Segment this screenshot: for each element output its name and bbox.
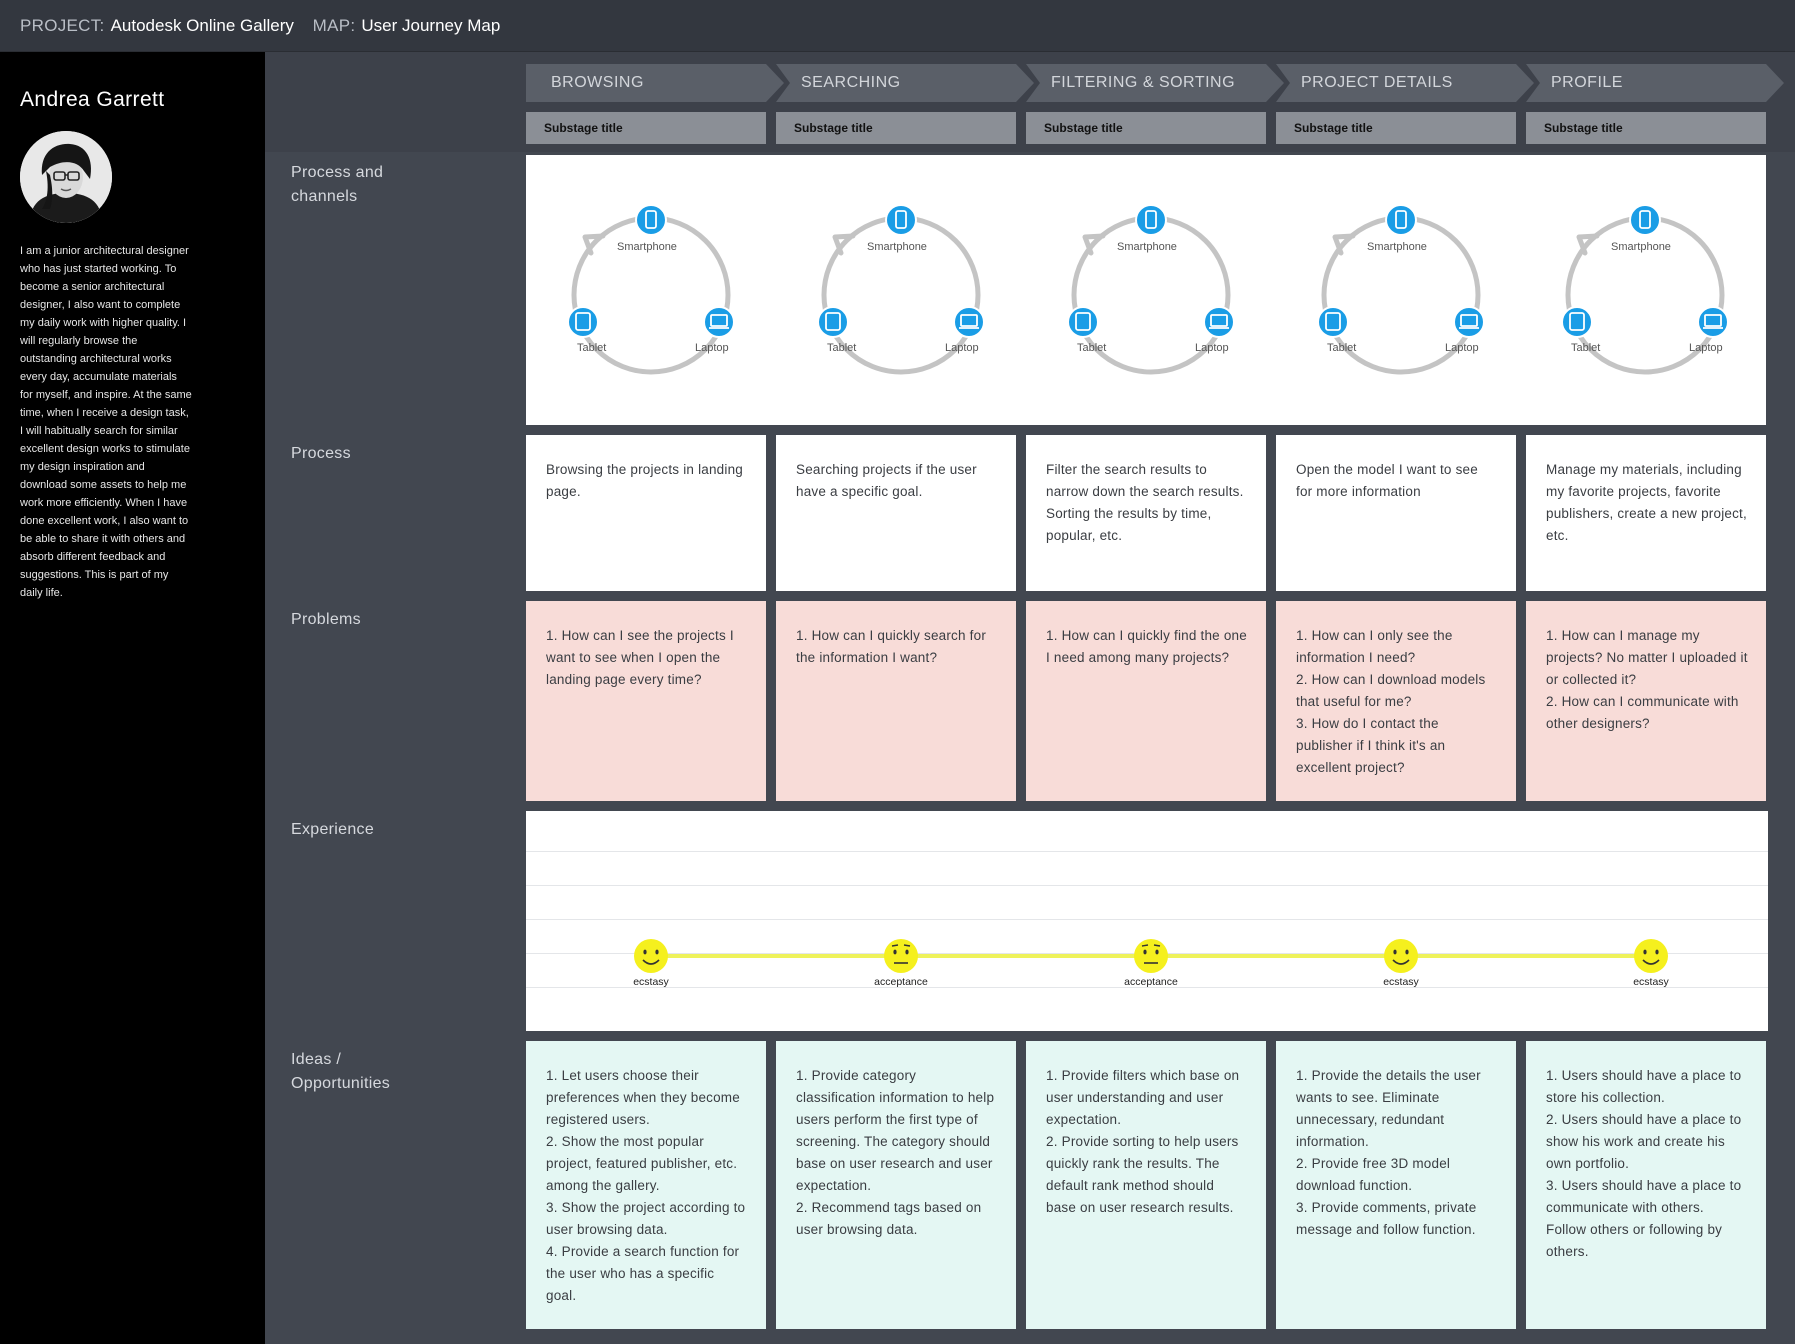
idea-card: 1. Provide the details the user wants to… bbox=[1276, 1041, 1516, 1329]
stage-2: SEARCHING bbox=[776, 64, 1038, 102]
project-name: Autodesk Online Gallery bbox=[110, 16, 294, 35]
top-bar: PROJECT: Autodesk Online Gallery MAP: User… bbox=[0, 0, 1795, 52]
stage-title: PROFILE bbox=[1551, 74, 1623, 91]
device-icons bbox=[1561, 204, 1729, 338]
laptop-label: Laptop bbox=[695, 342, 729, 354]
row-label-ideas: Ideas / Opportunities bbox=[291, 1051, 391, 1092]
stage-1: BROWSING bbox=[526, 64, 788, 102]
process-card: Browsing the projects in landing page. bbox=[526, 435, 766, 591]
device-icons bbox=[567, 204, 735, 338]
stage-title: PROJECT DETAILS bbox=[1301, 74, 1453, 91]
row-label-channels: Process and channels bbox=[291, 164, 384, 205]
channel-cycle-4 bbox=[1317, 204, 1485, 375]
channels-panel: Smartphone Tablet Laptop Smartphone Tablet La… bbox=[526, 155, 1766, 425]
persona-sidebar: Andrea Garrett I am a junior architectur… bbox=[0, 52, 265, 1344]
emotion-label: acceptance bbox=[874, 976, 928, 988]
emotion-label: acceptance bbox=[1124, 976, 1178, 988]
stage-title: FILTERING & SORTING bbox=[1051, 74, 1236, 91]
channel-cycle-3 bbox=[1067, 204, 1235, 375]
stage-title: BROWSING bbox=[551, 74, 644, 91]
map-label: MAP: bbox=[312, 16, 356, 35]
process-card: Filter the search results to narrow down… bbox=[1026, 435, 1266, 591]
persona-name: Andrea Garrett bbox=[20, 88, 165, 111]
laptop-label: Laptop bbox=[1445, 342, 1479, 354]
emotion-face-smile bbox=[1634, 939, 1668, 973]
process-card: Searching projects if the user have a sp… bbox=[776, 435, 1016, 591]
idea-card: 1. Let users choose their preferences wh… bbox=[526, 1041, 766, 1329]
project-label: PROJECT: bbox=[20, 16, 105, 35]
emotion-face-smile bbox=[634, 939, 668, 973]
idea-card: 1. Provide filters which base on user un… bbox=[1026, 1041, 1266, 1329]
emotion-label: ecstasy bbox=[1383, 976, 1419, 988]
stage-3: FILTERING & SORTING bbox=[1026, 64, 1288, 102]
emotion-label: ecstasy bbox=[1633, 976, 1669, 988]
smartphone-label: Smartphone bbox=[617, 241, 677, 253]
laptop-label: Laptop bbox=[1195, 342, 1229, 354]
process-card: Manage my materials, including my favori… bbox=[1526, 435, 1766, 591]
persona-avatar bbox=[20, 131, 112, 223]
experience-chart bbox=[634, 939, 1668, 973]
process-card: Open the model I want to see for more in… bbox=[1276, 435, 1516, 591]
substage-title-3: Substage title bbox=[1026, 112, 1266, 144]
problem-card: 1. How can I manage my projects? No matt… bbox=[1526, 601, 1766, 801]
device-icons bbox=[1317, 204, 1485, 338]
row-label-problems: Problems bbox=[291, 611, 361, 628]
idea-card: 1. Users should have a place to store hi… bbox=[1526, 1041, 1766, 1329]
laptop-label: Laptop bbox=[945, 342, 979, 354]
emotion-face-smile bbox=[1384, 939, 1418, 973]
stage-4: PROJECT DETAILS bbox=[1276, 64, 1538, 102]
smartphone-label: Smartphone bbox=[1117, 241, 1177, 253]
tablet-label: Tablet bbox=[827, 342, 857, 354]
problem-card: 1. How can I only see the information I … bbox=[1276, 601, 1516, 801]
problem-card: 1. How can I quickly find the one I need… bbox=[1026, 601, 1266, 801]
channel-cycle-5 bbox=[1561, 204, 1729, 375]
problem-card: 1. How can I quickly search for the info… bbox=[776, 601, 1016, 801]
map-name: User Journey Map bbox=[361, 16, 501, 35]
substage-title-2: Substage title bbox=[776, 112, 1016, 144]
tablet-label: Tablet bbox=[1077, 342, 1107, 354]
emotion-face-neutral bbox=[1134, 939, 1168, 973]
emotion-label: ecstasy bbox=[633, 976, 669, 988]
smartphone-label: Smartphone bbox=[1611, 241, 1671, 253]
persona-bio: I am a junior architectural designer who… bbox=[20, 245, 192, 599]
tablet-label: Tablet bbox=[1327, 342, 1357, 354]
channel-cycle-1 bbox=[567, 204, 735, 375]
smartphone-label: Smartphone bbox=[1367, 241, 1427, 253]
device-icons bbox=[1067, 204, 1235, 338]
device-icons bbox=[817, 204, 985, 338]
substage-title-1: Substage title bbox=[526, 112, 766, 144]
smartphone-label: Smartphone bbox=[867, 241, 927, 253]
experience-panel: ecstasy acceptance acceptance ecstasy ecstas… bbox=[526, 811, 1768, 1031]
laptop-label: Laptop bbox=[1689, 342, 1723, 354]
tablet-label: Tablet bbox=[1571, 342, 1601, 354]
substage-title-4: Substage title bbox=[1276, 112, 1516, 144]
substage-title-5: Substage title bbox=[1526, 112, 1766, 144]
emotion-face-neutral bbox=[884, 939, 918, 973]
stage-5: PROFILE bbox=[1526, 64, 1788, 102]
channel-cycle-2 bbox=[817, 204, 985, 375]
idea-card: 1. Provide category classification infor… bbox=[776, 1041, 1016, 1329]
row-label-process: Process bbox=[291, 445, 351, 462]
row-label-experience: Experience bbox=[291, 821, 375, 838]
stage-title: SEARCHING bbox=[801, 74, 901, 91]
tablet-label: Tablet bbox=[577, 342, 607, 354]
problem-card: 1. How can I see the projects I want to … bbox=[526, 601, 766, 801]
